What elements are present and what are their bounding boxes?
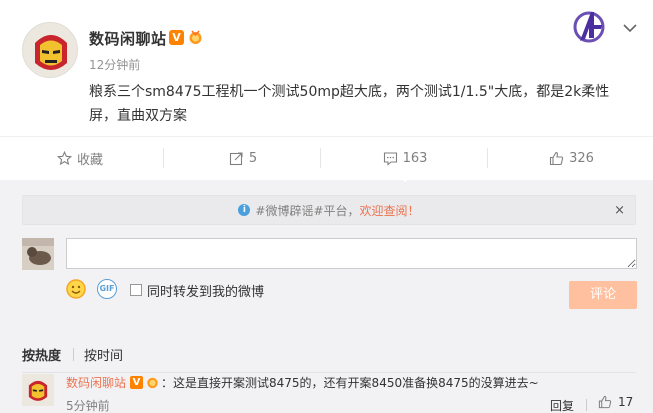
post-action-bar: 收藏 5 163 326 <box>0 136 653 178</box>
gold-medal-icon <box>189 30 202 44</box>
notice-link[interactable]: 欢迎查阅！ <box>360 202 420 219</box>
action-divider <box>487 148 488 168</box>
like-icon <box>598 395 612 409</box>
repost-checkbox[interactable] <box>130 284 142 296</box>
like-button[interactable]: 326 <box>490 137 653 179</box>
reply-avatar[interactable] <box>22 374 54 406</box>
rumor-notice-bar[interactable]: i #微博辟谣#平台， 欢迎查阅！ × <box>22 195 636 225</box>
favorite-button[interactable]: 收藏 <box>0 137 160 179</box>
verified-v-icon: V <box>130 376 144 389</box>
repost-checkbox-label[interactable]: 同时转发到我的微博 <box>147 281 264 300</box>
reply-button[interactable]: 回复 <box>550 397 574 413</box>
repost-button[interactable]: 5 <box>166 137 320 179</box>
action-divider <box>163 148 164 168</box>
user-avatar[interactable] <box>22 22 78 78</box>
sort-divider <box>73 348 74 361</box>
comment-button[interactable]: 163 <box>323 137 487 179</box>
reply-divider <box>586 399 587 411</box>
verified-v-icon: V <box>169 30 184 45</box>
comment-submit-button[interactable]: 评论 <box>569 281 637 309</box>
action-divider <box>320 148 321 168</box>
sort-underline <box>22 372 636 373</box>
reply-like-button[interactable]: 17 <box>598 395 633 409</box>
comment-sort-bar: 按热度 按时间 <box>0 336 653 376</box>
reply-text: ：这是直接开案测试8475的，还有开案8450准备换8475的没算进去~ <box>161 376 539 390</box>
favorite-label: 收藏 <box>76 152 103 168</box>
close-icon[interactable]: × <box>614 203 625 218</box>
post-timestamp[interactable]: 12分钟前 <box>89 56 140 73</box>
reply-username[interactable]: 数码闲聊站 <box>66 374 126 391</box>
star-icon <box>56 150 72 165</box>
notice-text: #微博辟谣#平台， <box>255 203 360 218</box>
reply-comment: 数码闲聊站 V ：这是直接开案测试8475的，还有开案8450准备换8475的没… <box>66 374 539 391</box>
comment-icon <box>383 151 397 166</box>
reply-like-count: 17 <box>618 395 634 409</box>
avengers-logo <box>573 11 605 43</box>
repost-icon <box>229 151 243 165</box>
post-username[interactable]: 数码闲聊站 <box>89 28 167 49</box>
sort-by-time-tab[interactable]: 按时间 <box>84 345 123 364</box>
like-icon <box>550 151 564 165</box>
weibo-post-card: 数码闲聊站 V 12分钟前 粮系三个sm8475工程机一个测试50mp超大底，两… <box>0 0 653 180</box>
gif-icon[interactable]: GIF <box>97 279 117 299</box>
gold-medal-icon <box>147 377 158 389</box>
comment-input[interactable] <box>66 238 637 269</box>
info-icon: i <box>238 204 251 216</box>
like-count: 326 <box>569 150 594 166</box>
comment-section: i #微博辟谣#平台， 欢迎查阅！ × GIF 同时转发到我的微博 评论 按热度… <box>0 182 653 413</box>
post-text: 粮系三个sm8475工程机一个测试50mp超大底，两个测试1/1.5"大底，都是… <box>89 84 610 124</box>
comment-count: 163 <box>402 150 428 166</box>
sort-by-hot-tab[interactable]: 按热度 <box>22 345 61 364</box>
emoji-icon[interactable] <box>66 279 86 299</box>
reply-timestamp: 5分钟前 <box>66 399 110 413</box>
repost-count: 5 <box>248 150 258 166</box>
current-user-avatar <box>22 238 54 270</box>
chevron-down-icon[interactable] <box>622 22 638 34</box>
